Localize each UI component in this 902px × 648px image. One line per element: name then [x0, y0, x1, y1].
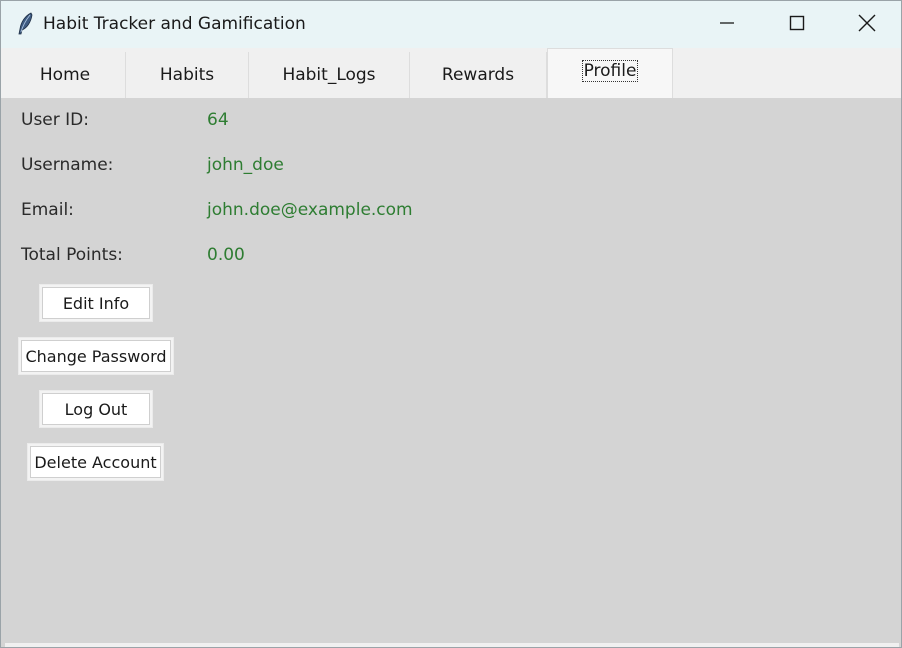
tab-label: Profile [581, 59, 639, 82]
edit-info-button[interactable]: Edit Info [42, 287, 150, 319]
email-label: Email: [21, 200, 74, 220]
change-password-button[interactable]: Change Password [21, 340, 171, 372]
total-points-label: Total Points: [21, 245, 123, 265]
window-bottom-edge [5, 643, 899, 647]
edit-info-button-frame: Edit Info [39, 284, 153, 322]
delete-account-button[interactable]: Delete Account [30, 446, 161, 478]
title-bar[interactable]: Habit Tracker and Gamification [1, 1, 901, 48]
window-title: Habit Tracker and Gamification [43, 14, 306, 34]
log-out-button-frame: Log Out [39, 390, 153, 428]
tab-profile[interactable]: Profile [547, 48, 673, 98]
maximize-button[interactable] [762, 1, 832, 48]
close-button[interactable] [832, 1, 901, 48]
delete-account-button-frame: Delete Account [27, 443, 164, 481]
tab-home[interactable]: Home [5, 52, 126, 98]
tab-label: Rewards [441, 65, 515, 85]
minimize-button[interactable] [692, 1, 762, 48]
app-window: Habit Tracker and Gamification Home Habi… [0, 0, 902, 648]
total-points-value: 0.00 [207, 245, 245, 265]
log-out-button[interactable]: Log Out [42, 393, 150, 425]
feather-icon [16, 12, 36, 36]
minimize-icon [719, 15, 735, 35]
user-id-label: User ID: [21, 110, 89, 130]
username-label: Username: [21, 155, 114, 175]
tab-habit-logs[interactable]: Habit_Logs [249, 52, 410, 98]
tab-bar: Home Habits Habit_Logs Rewards Profile [1, 48, 901, 98]
username-value: john_doe [207, 155, 284, 175]
tab-label: Habits [159, 65, 215, 85]
user-id-value: 64 [207, 110, 229, 130]
tab-label: Habit_Logs [282, 65, 376, 85]
maximize-icon [789, 15, 805, 35]
tab-label: Home [39, 65, 91, 85]
tab-rewards[interactable]: Rewards [410, 52, 547, 98]
email-value: john.doe@example.com [207, 200, 413, 220]
change-password-button-frame: Change Password [18, 337, 174, 375]
close-icon [858, 14, 876, 36]
tab-habits[interactable]: Habits [126, 52, 249, 98]
profile-panel: User ID: 64 Username: john_doe Email: jo… [5, 98, 899, 643]
